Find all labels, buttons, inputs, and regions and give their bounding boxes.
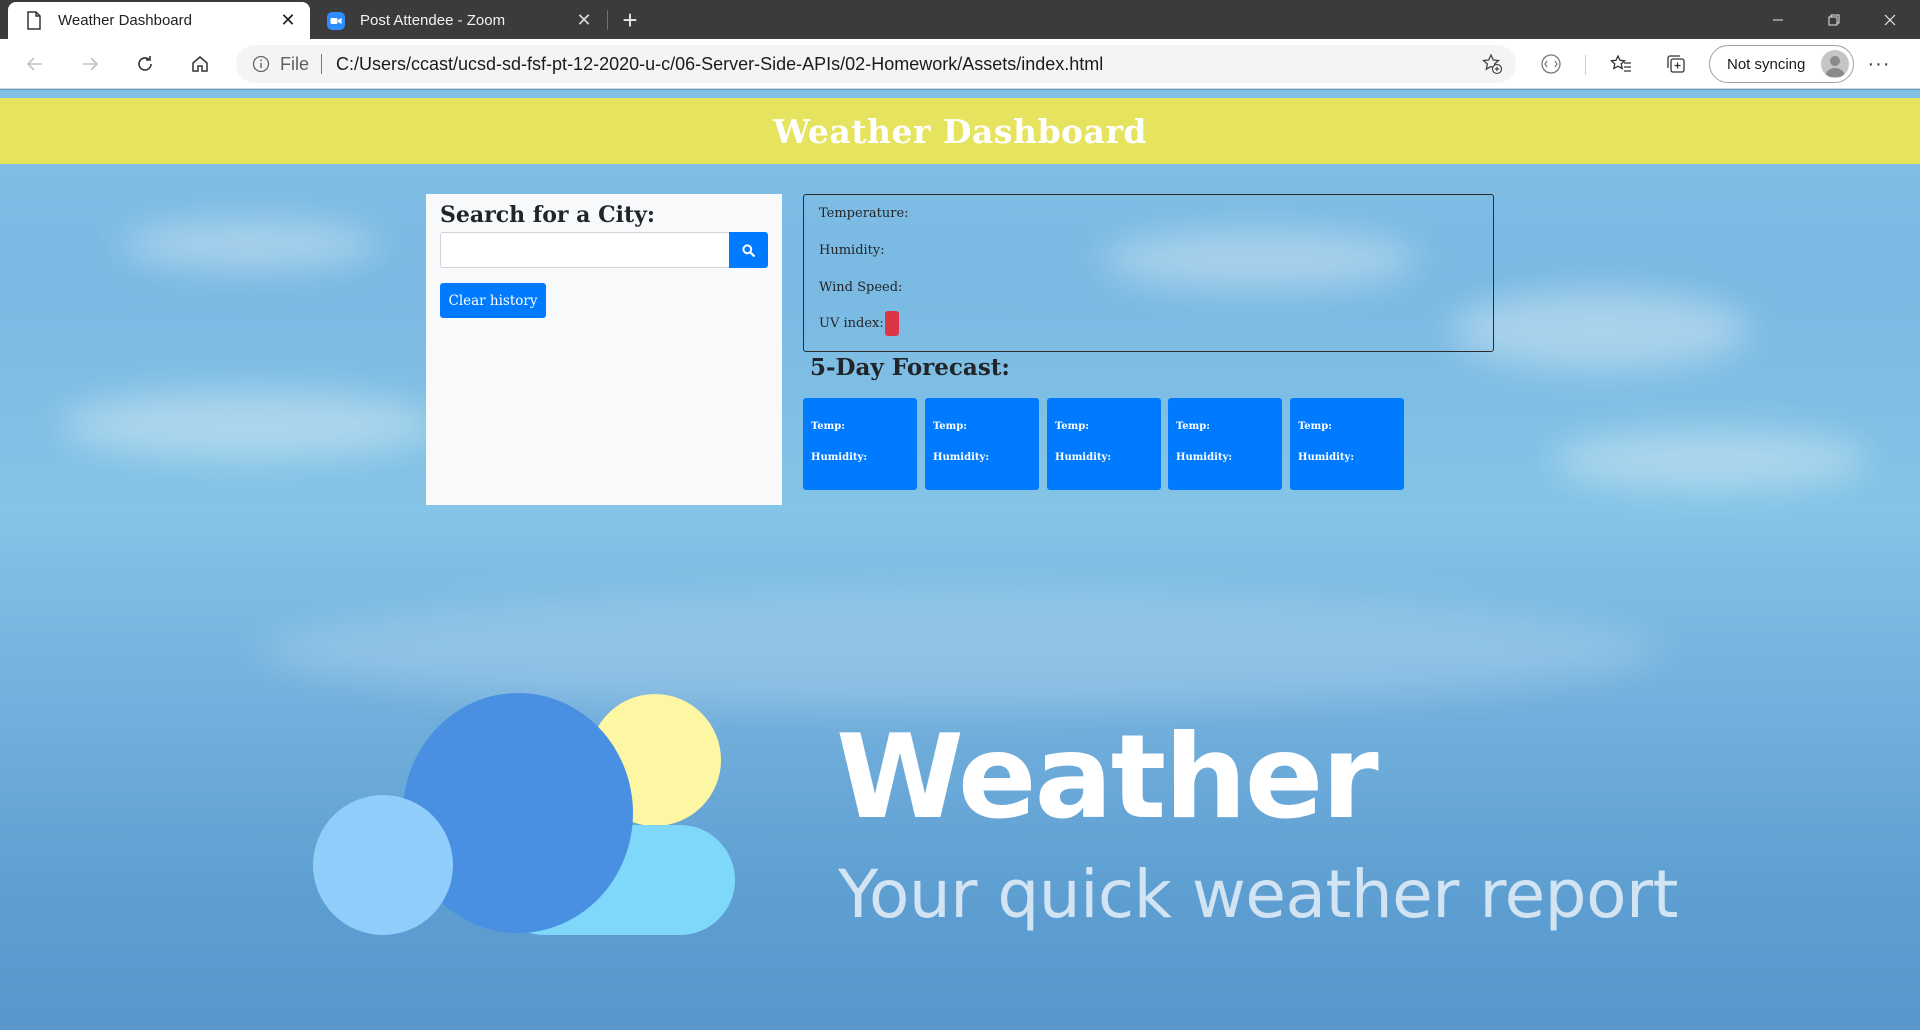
browser-tab-bar: Weather Dashboard ✕ Post Attendee - Zoom…: [0, 0, 1920, 39]
forecast-card: Temp: Humidity:: [1168, 398, 1282, 490]
background-logo-word: Weather: [836, 710, 1379, 845]
profile-sync-button[interactable]: Not syncing: [1709, 45, 1854, 83]
browser-toolbar: File C:/Users/ccast/ucsd-sd-fsf-pt-12-20…: [0, 39, 1920, 89]
address-bar[interactable]: File C:/Users/ccast/ucsd-sd-fsf-pt-12-20…: [236, 45, 1516, 83]
tab-separator: [607, 10, 608, 30]
forecast-card: Temp: Humidity:: [1047, 398, 1161, 490]
background-cloud: [120, 220, 380, 270]
new-tab-button[interactable]: +: [614, 4, 646, 36]
clear-history-button[interactable]: Clear history: [440, 283, 546, 318]
tab-weather-dashboard[interactable]: Weather Dashboard ✕: [8, 2, 310, 39]
current-weather-panel: Temperature: Humidity: Wind Speed: UV in…: [803, 194, 1494, 352]
close-tab-icon[interactable]: ✕: [570, 7, 598, 35]
forecast-card: Temp: Humidity:: [1290, 398, 1404, 490]
page-viewport: Weather Dashboard Search for a City: Cle…: [0, 90, 1920, 1030]
background-cloud: [60, 390, 440, 460]
minimize-button[interactable]: [1750, 0, 1806, 39]
forecast-humidity-label: Humidity:: [1298, 452, 1355, 463]
search-icon: [742, 243, 755, 257]
forecast-temp-label: Temp:: [933, 421, 967, 432]
uv-index-row: UV index:: [819, 311, 899, 336]
add-favorite-icon[interactable]: [1480, 52, 1504, 76]
search-heading: Search for a City:: [440, 202, 656, 228]
close-tab-icon[interactable]: ✕: [274, 7, 302, 35]
wind-speed-label: Wind Speed:: [819, 280, 903, 295]
forecast-temp-label: Temp:: [1298, 421, 1332, 432]
page-title: Weather Dashboard: [773, 111, 1147, 151]
forecast-temp-label: Temp:: [1055, 421, 1089, 432]
toolbar-separator: [1585, 55, 1586, 75]
more-menu-button[interactable]: ···: [1866, 52, 1892, 76]
close-window-button[interactable]: [1862, 0, 1918, 39]
forecast-humidity-label: Humidity:: [1176, 452, 1233, 463]
favorites-icon[interactable]: [1609, 52, 1633, 76]
collections-icon[interactable]: [1664, 52, 1688, 76]
forecast-humidity-label: Humidity:: [811, 452, 868, 463]
home-button[interactable]: [182, 46, 218, 82]
tab-post-attendee-zoom[interactable]: Post Attendee - Zoom ✕: [310, 2, 606, 39]
info-icon[interactable]: [250, 53, 272, 75]
page-icon: [24, 11, 44, 31]
forecast-temp-label: Temp:: [1176, 421, 1210, 432]
forecast-card: Temp: Humidity:: [925, 398, 1039, 490]
scheme-label: File: [280, 53, 310, 74]
background-cloud: [1550, 430, 1870, 490]
restore-button[interactable]: [1806, 0, 1862, 39]
background-logo-tagline: Your quick weather report: [838, 856, 1678, 933]
uv-index-badge: [884, 311, 899, 336]
immersive-reader-icon[interactable]: [1539, 52, 1563, 76]
sync-status-label: Not syncing: [1727, 55, 1806, 73]
forecast-heading: 5-Day Forecast:: [810, 354, 1010, 381]
url-text[interactable]: C:/Users/ccast/ucsd-sd-fsf-pt-12-2020-u-…: [336, 54, 1103, 75]
uv-index-label: UV index:: [819, 316, 884, 331]
forecast-temp-label: Temp:: [811, 421, 845, 432]
background-cloud: [1450, 290, 1750, 370]
address-divider: [321, 54, 323, 74]
avatar: [1821, 50, 1849, 78]
forward-button[interactable]: [72, 46, 108, 82]
page-header: Weather Dashboard: [0, 98, 1920, 164]
search-panel: Search for a City: Clear history: [426, 194, 782, 505]
search-button[interactable]: [729, 232, 768, 268]
humidity-label: Humidity:: [819, 243, 885, 258]
tab-title: Post Attendee - Zoom: [360, 12, 506, 29]
back-button[interactable]: [17, 46, 53, 82]
temperature-label: Temperature:: [819, 206, 909, 221]
tab-title: Weather Dashboard: [58, 12, 192, 29]
zoom-icon: [326, 11, 346, 31]
forecast-humidity-label: Humidity:: [933, 452, 990, 463]
city-search-input[interactable]: [440, 232, 730, 268]
refresh-button[interactable]: [127, 46, 163, 82]
forecast-humidity-label: Humidity:: [1055, 452, 1112, 463]
forecast-card: Temp: Humidity:: [803, 398, 917, 490]
weather-logo-icon: [313, 693, 735, 935]
